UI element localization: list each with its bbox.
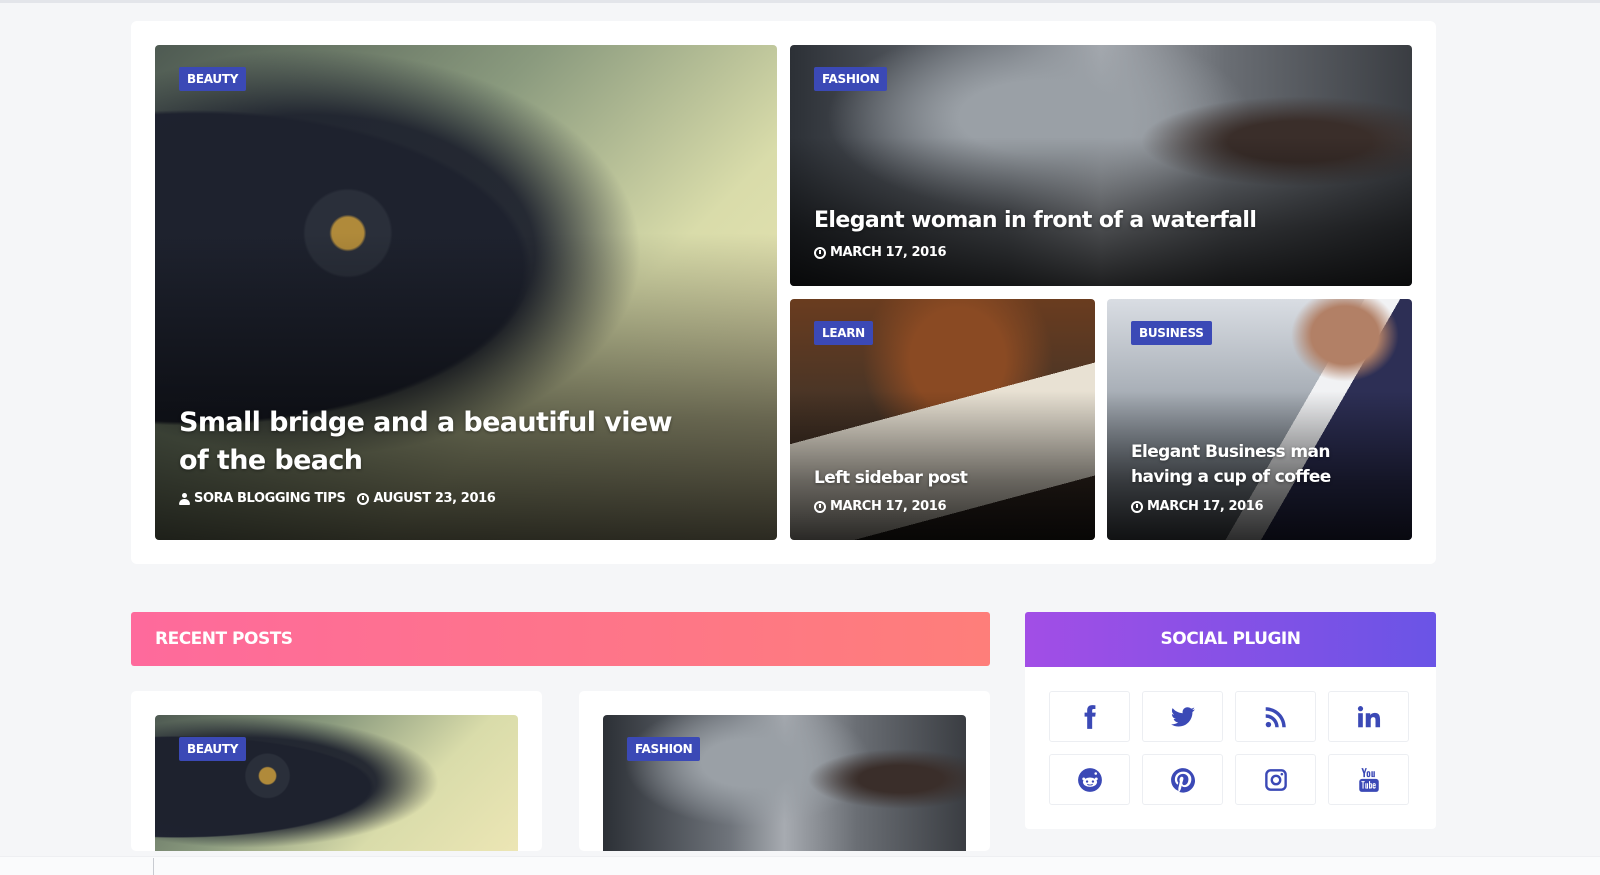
youtube-button[interactable] [1328, 754, 1409, 805]
featured-top-right-card[interactable]: FASHION Elegant woman in front of a wate… [790, 45, 1412, 286]
recent-post-card: FASHION [579, 691, 990, 851]
youtube-icon [1358, 767, 1379, 792]
category-badge[interactable]: BEAUTY [179, 737, 247, 761]
post-date: MARCH 17, 2016 [830, 245, 947, 260]
twitter-icon [1170, 706, 1195, 727]
category-badge[interactable]: LEARN [814, 321, 873, 345]
bottom-bar [0, 856, 1600, 875]
post-title[interactable]: Elegant Business man having a cup of cof… [1131, 440, 1392, 490]
category-badge[interactable]: BEAUTY [179, 67, 247, 91]
reddit-button[interactable] [1049, 754, 1130, 805]
rss-icon [1265, 706, 1286, 727]
post-title[interactable]: Small bridge and a beautiful view of the… [179, 404, 697, 480]
category-badge[interactable]: FASHION [627, 737, 701, 761]
post-date: MARCH 17, 2016 [830, 499, 947, 514]
linkedin-button[interactable] [1328, 691, 1409, 742]
featured-bottom-right-card[interactable]: BUSINESS Elegant Business man having a c… [1107, 299, 1412, 540]
post-meta: MARCH 17, 2016 [814, 499, 946, 514]
social-plugin-heading: SOCIAL PLUGIN [1025, 612, 1436, 667]
rss-button[interactable] [1235, 691, 1316, 742]
user-icon [179, 492, 190, 505]
facebook-button[interactable] [1049, 691, 1130, 742]
post-date: AUGUST 23, 2016 [373, 491, 496, 506]
instagram-button[interactable] [1235, 754, 1316, 805]
post-title[interactable]: Elegant woman in front of a waterfall [814, 206, 1382, 236]
post-author[interactable]: SORA BLOGGING TIPS [194, 491, 346, 506]
facebook-icon [1084, 704, 1096, 729]
recent-posts-heading: RECENT POSTS [131, 612, 990, 666]
category-badge[interactable]: FASHION [814, 67, 888, 91]
post-date: MARCH 17, 2016 [1147, 499, 1264, 514]
featured-main-card[interactable]: BEAUTY Small bridge and a beautiful view… [155, 45, 777, 540]
category-badge[interactable]: BUSINESS [1131, 321, 1212, 345]
linkedin-icon [1357, 705, 1380, 727]
text-cursor-tick [153, 858, 154, 875]
post-thumbnail[interactable]: BEAUTY [155, 715, 518, 851]
twitter-button[interactable] [1142, 691, 1223, 742]
pinterest-button[interactable] [1142, 754, 1223, 805]
reddit-icon [1077, 767, 1102, 792]
post-meta: MARCH 17, 2016 [1131, 499, 1263, 514]
top-divider [0, 0, 1600, 3]
clock-icon [814, 246, 826, 259]
social-plugin-panel [1025, 667, 1436, 829]
featured-bottom-left-card[interactable]: LEARN Left sidebar post MARCH 17, 2016 [790, 299, 1095, 540]
instagram-icon [1264, 768, 1287, 791]
post-title[interactable]: Left sidebar post [814, 466, 1065, 490]
post-meta: SORA BLOGGING TIPS AUGUST 23, 2016 [179, 491, 496, 506]
post-thumbnail[interactable]: FASHION [603, 715, 966, 851]
recent-post-card: BEAUTY [131, 691, 542, 851]
post-meta: MARCH 17, 2016 [814, 245, 946, 260]
clock-icon [1131, 500, 1143, 513]
featured-posts: BEAUTY Small bridge and a beautiful view… [131, 21, 1436, 564]
clock-icon [814, 500, 826, 513]
pinterest-icon [1170, 767, 1195, 793]
clock-icon [357, 492, 370, 505]
